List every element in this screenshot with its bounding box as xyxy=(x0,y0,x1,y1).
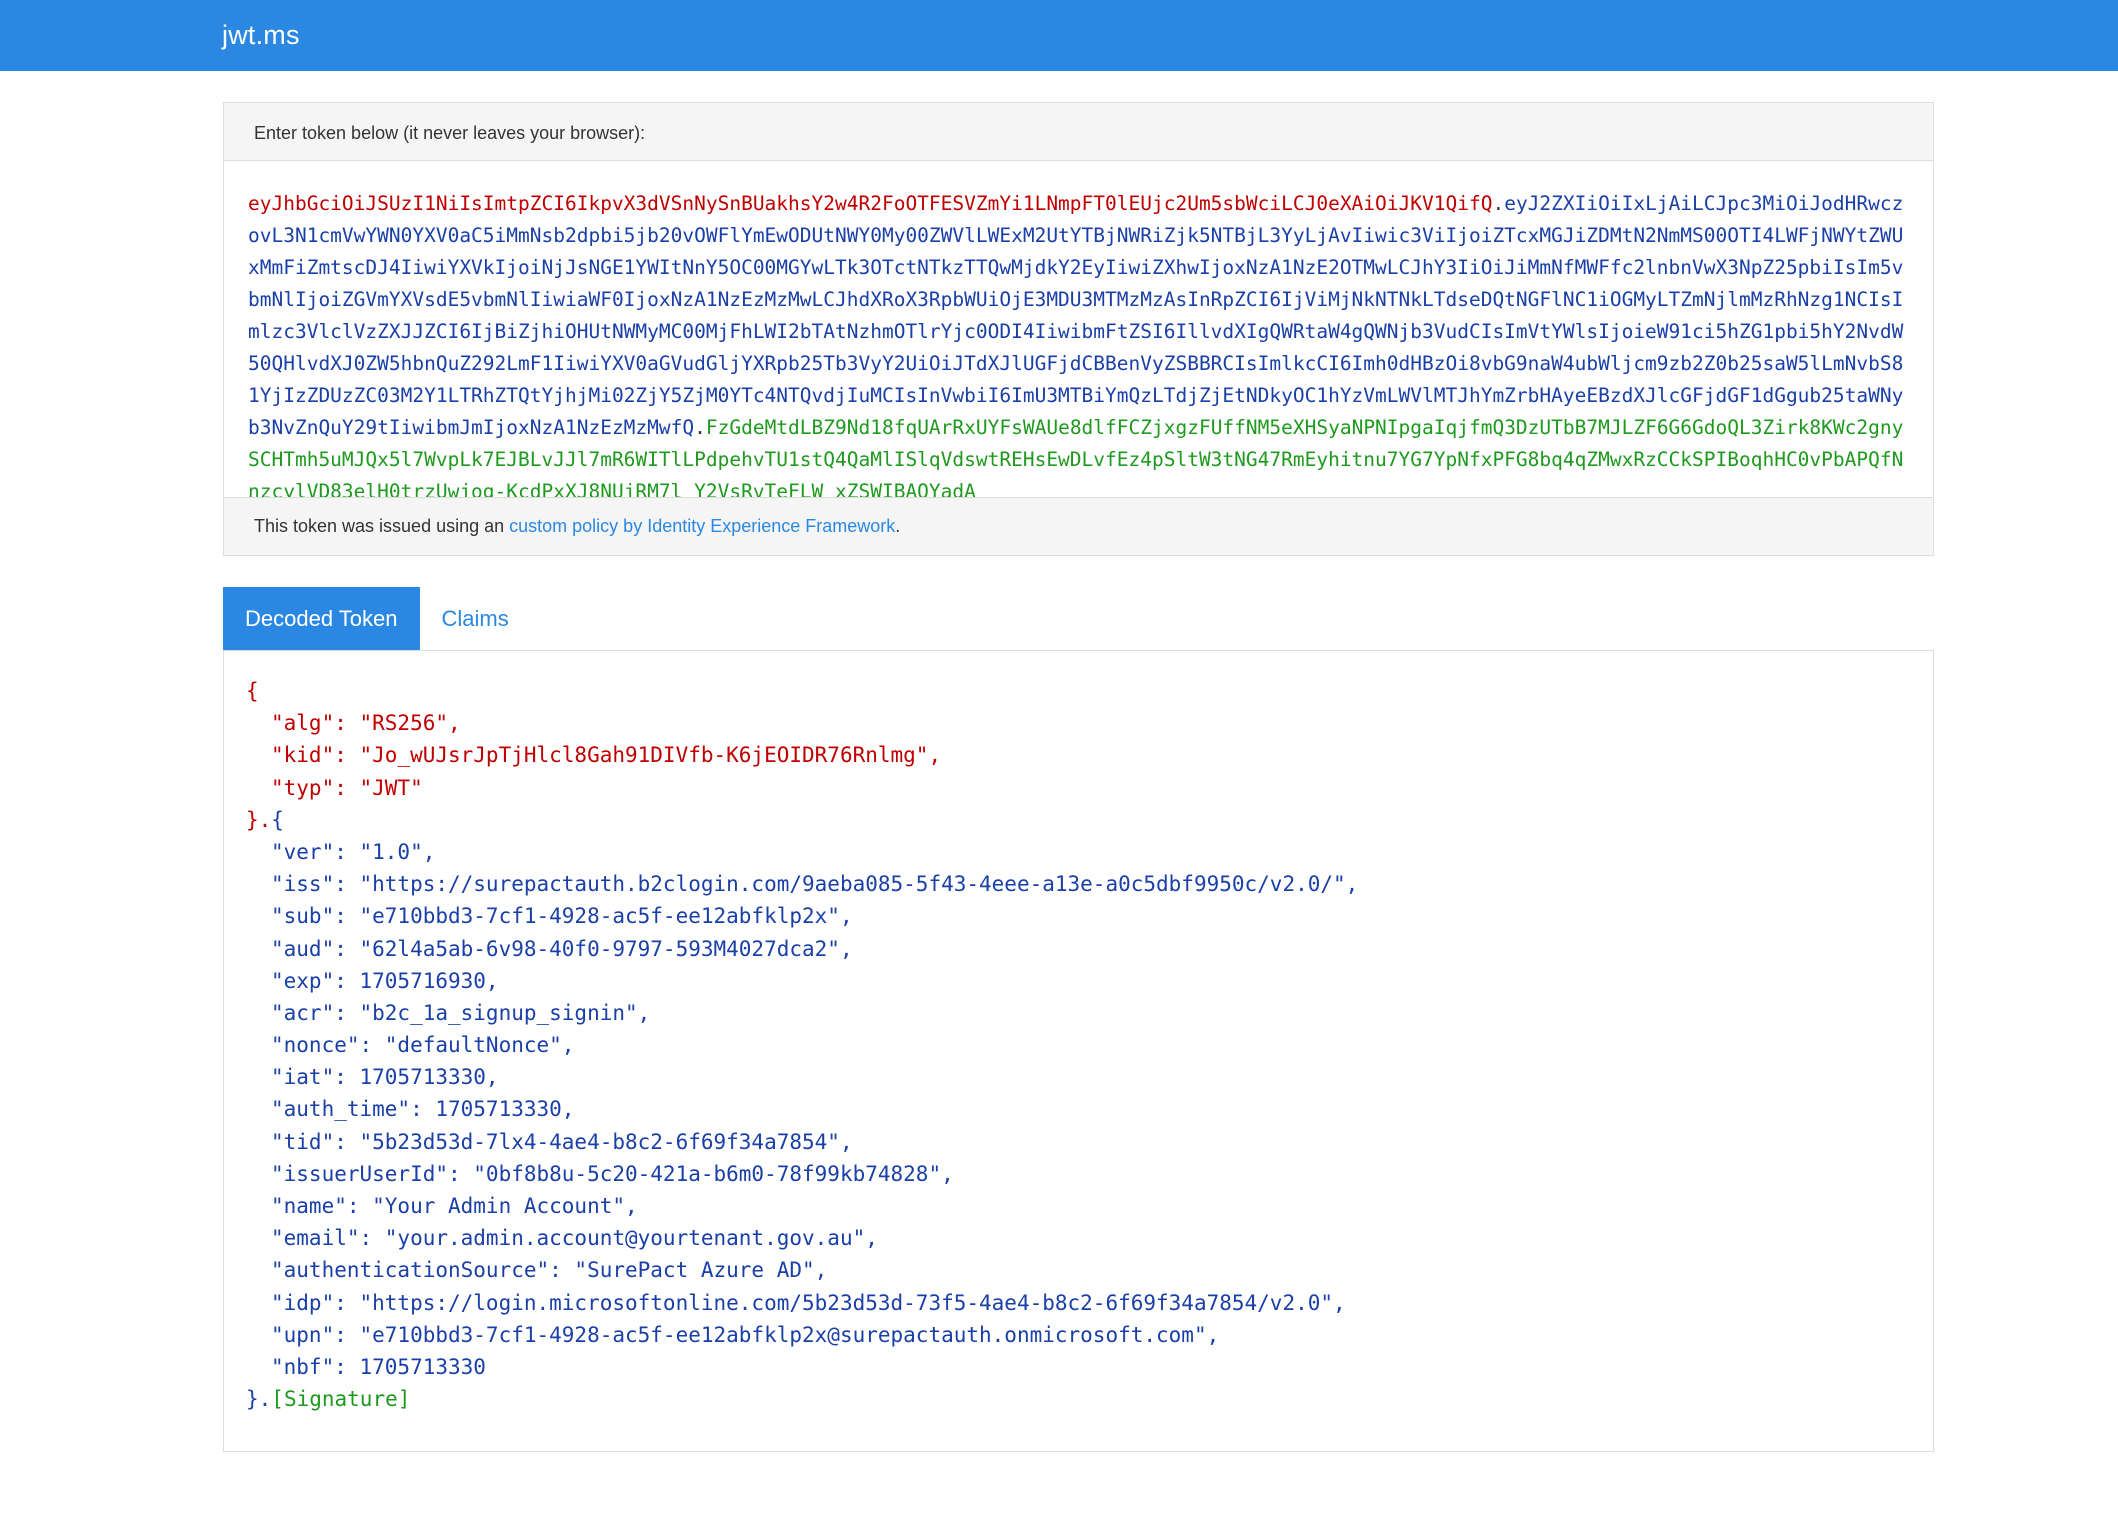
payload-claim-line: "iat": 1705713330, xyxy=(246,1061,1933,1093)
payload-open-brace: { xyxy=(271,807,284,832)
custom-policy-link[interactable]: custom policy by Identity Experience Fra… xyxy=(509,516,895,536)
footer-text: This token was issued using an xyxy=(254,516,510,536)
header-close-brace: }. xyxy=(246,807,272,832)
payload-claim-line: "upn": "e710bbd3-7cf1-4928-ac5f-ee12abfk… xyxy=(246,1319,1933,1351)
token-header-segment: eyJhbGciOiJSUzI1NiIsImtpZCI6IkpvX3dVSnNy… xyxy=(248,192,1493,215)
payload-claim-text: "upn": "e710bbd3-7cf1-4928-ac5f-ee12abfk… xyxy=(271,1322,1220,1347)
header-claim-text: "alg": "RS256", xyxy=(271,711,461,736)
header-claim-text: "kid": "Jo_wUJsrJpTjHlcl8Gah91DIVfb-K6jE… xyxy=(271,743,942,768)
payload-claim-text: "ver": "1.0", xyxy=(271,839,436,864)
token-separator: . xyxy=(1492,192,1505,215)
result-tabs: Decoded Token Claims xyxy=(223,587,531,651)
tab-decoded-token[interactable]: Decoded Token xyxy=(223,587,420,650)
decoded-token-view: { "alg": "RS256", "kid": "Jo_wUJsrJpTjHlc… xyxy=(223,650,1934,1452)
payload-claim-text: "auth_time": 1705713330, xyxy=(271,1097,575,1122)
signature-label: [Signature] xyxy=(271,1387,411,1412)
token-separator: . xyxy=(694,416,706,439)
payload-claim-line: "idp": "https://login.microsoftonline.co… xyxy=(246,1287,1933,1319)
payload-claim-line: "nbf": 1705713330 xyxy=(246,1351,1933,1383)
payload-claim-text: "sub": "e710bbd3-7cf1-4928-ac5f-ee12abfk… xyxy=(271,904,853,929)
token-payload-segment: eyJ2ZXIiOiIxLjAiLCJpc3MiOiJodHRwczovL3N1… xyxy=(248,192,1904,439)
payload-claim-line: "email": "your.admin.account@yourtenant.… xyxy=(246,1222,1933,1254)
payload-claim-line: "issuerUserId": "0bf8b8u-5c20-421a-b6m0-… xyxy=(246,1158,1933,1190)
payload-claim-text: "aud": "62l4a5ab-6v98-40f0-9797-593M4027… xyxy=(271,936,853,961)
payload-claim-line: "sub": "e710bbd3-7cf1-4928-ac5f-ee12abfk… xyxy=(246,900,1933,932)
token-input[interactable]: eyJhbGciOiJSUzI1NiIsImtpZCI6IkpvX3dVSnNy… xyxy=(248,188,1913,508)
header-close-line: }.{ xyxy=(246,804,1933,836)
payload-claim-line: "auth_time": 1705713330, xyxy=(246,1093,1933,1125)
tab-claims[interactable]: Claims xyxy=(420,587,531,650)
payload-claim-text: "exp": 1705716930, xyxy=(271,968,499,993)
header-claim-line: "alg": "RS256", xyxy=(246,707,1933,739)
payload-claim-text: "nonce": "defaultNonce", xyxy=(271,1033,575,1058)
token-panel-heading: Enter token below (it never leaves your … xyxy=(224,103,1933,161)
payload-claim-text: "iss": "https://surepactauth.b2clogin.co… xyxy=(271,872,1359,897)
payload-claim-text: "email": "your.admin.account@yourtenant.… xyxy=(271,1226,878,1251)
header-claims: "alg": "RS256", "kid": "Jo_wUJsrJpTjHlcl8… xyxy=(246,707,1933,804)
payload-claim-line: "ver": "1.0", xyxy=(246,836,1933,868)
payload-claim-line: "iss": "https://surepactauth.b2clogin.co… xyxy=(246,868,1933,900)
payload-claim-line: "aud": "62l4a5ab-6v98-40f0-9797-593M4027… xyxy=(246,933,1933,965)
payload-claim-text: "iat": 1705713330, xyxy=(271,1065,499,1090)
header-claim-text: "typ": "JWT" xyxy=(271,775,423,800)
payload-claim-line: "tid": "5b23d53d-7lx4-4ae4-b8c2-6f69f34a… xyxy=(246,1126,1933,1158)
payload-claims: "ver": "1.0", "iss": "https://surepactaut… xyxy=(246,836,1933,1383)
payload-claim-text: "acr": "b2c_1a_signup_signin", xyxy=(271,1000,651,1025)
payload-claim-text: "name": "Your Admin Account", xyxy=(271,1194,638,1218)
header-open-brace: { xyxy=(246,679,259,703)
payload-close-brace: }. xyxy=(246,1387,272,1412)
top-navbar: jwt.ms xyxy=(0,0,2118,71)
brand-logo[interactable]: jwt.ms xyxy=(222,20,300,51)
payload-close-line: }.[Signature] xyxy=(246,1383,1933,1415)
header-claim-line: "typ": "JWT" xyxy=(246,772,1933,804)
header-claim-line: "kid": "Jo_wUJsrJpTjHlcl8Gah91DIVfb-K6jE… xyxy=(246,739,1933,771)
payload-claim-line: "nonce": "defaultNonce", xyxy=(246,1029,1933,1061)
payload-claim-line: "name": "Your Admin Account", xyxy=(246,1190,1933,1222)
token-panel: Enter token below (it never leaves your … xyxy=(223,102,1934,556)
token-panel-footer: This token was issued using an custom po… xyxy=(224,497,1933,555)
payload-claim-text: "idp": "https://login.microsoftonline.co… xyxy=(271,1290,1346,1315)
payload-claim-text: "authenticationSource": "SurePact Azure … xyxy=(271,1258,828,1283)
footer-period: . xyxy=(895,516,901,536)
payload-claim-text: "nbf": 1705713330 xyxy=(271,1354,486,1379)
payload-claim-text: "issuerUserId": "0bf8b8u-5c20-421a-b6m0-… xyxy=(271,1161,954,1186)
payload-claim-line: "authenticationSource": "SurePact Azure … xyxy=(246,1254,1933,1286)
payload-claim-text: "tid": "5b23d53d-7lx4-4ae4-b8c2-6f69f34a… xyxy=(271,1129,853,1154)
payload-claim-line: "acr": "b2c_1a_signup_signin", xyxy=(246,997,1933,1029)
payload-claim-line: "exp": 1705716930, xyxy=(246,965,1933,997)
